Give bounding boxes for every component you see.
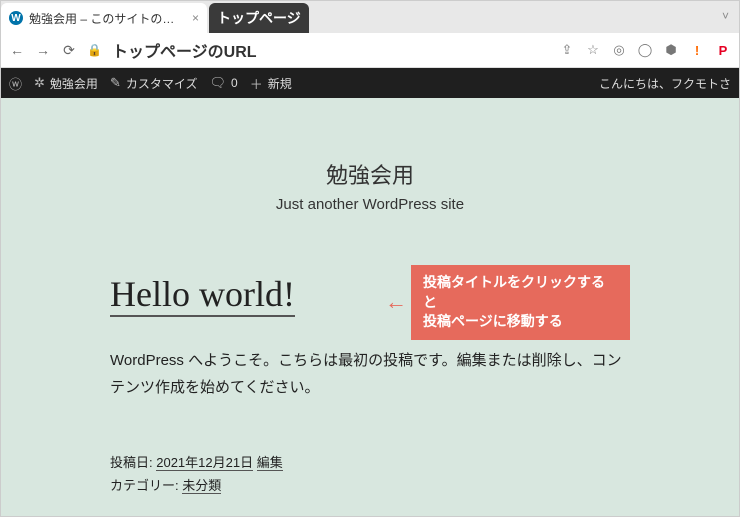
plus-icon: ＋ bbox=[250, 74, 263, 93]
site-title[interactable]: 勉強会用 bbox=[326, 158, 414, 190]
annotation-tab-title: トップページ bbox=[217, 8, 301, 28]
wp-site-name: 勉強会用 bbox=[50, 75, 98, 92]
wp-comments-link[interactable]: 🗨 0 bbox=[209, 75, 237, 91]
tab-close-icon[interactable]: × bbox=[192, 11, 199, 25]
wp-logo-icon[interactable]: ⓦ bbox=[9, 74, 22, 93]
wp-greeting[interactable]: こんにちは、フクモトさ bbox=[599, 75, 731, 92]
post-meta: 投稿日: 2021年12月21日 編集 カテゴリー: 未分類 bbox=[110, 451, 630, 498]
wp-new-label: 新規 bbox=[268, 75, 292, 92]
post-category-link[interactable]: 未分類 bbox=[182, 478, 221, 494]
wp-customize-link[interactable]: ✎ カスタマイズ bbox=[110, 75, 198, 92]
extension-alert-icon[interactable]: ! bbox=[689, 42, 705, 58]
back-button[interactable]: ← bbox=[9, 42, 25, 58]
extension-icon-2[interactable]: ◯ bbox=[637, 42, 653, 58]
wp-customize-label: カスタマイズ bbox=[126, 75, 198, 92]
comment-icon: 🗨 bbox=[209, 75, 226, 91]
paintbrush-icon: ✎ bbox=[110, 75, 121, 91]
annotation-text: 投稿タイトルをクリックすると 投稿ページに移動する bbox=[411, 265, 630, 340]
browser-tab-row: W 勉強会用 – このサイトの簡単な説明 × トップページ ˅ bbox=[1, 1, 739, 33]
site-page: 勉強会用 Just another WordPress site Hello w… bbox=[1, 98, 739, 517]
wp-site-link[interactable]: ✲ 勉強会用 bbox=[34, 75, 98, 92]
tab-overflow-icon[interactable]: ˅ bbox=[722, 9, 729, 23]
post: Hello world! ← 投稿タイトルをクリックすると 投稿ページに移動する… bbox=[110, 273, 630, 498]
reload-button[interactable]: ⟳ bbox=[61, 42, 77, 59]
site-tagline: Just another WordPress site bbox=[276, 196, 464, 213]
annotation-tab[interactable]: トップページ bbox=[209, 3, 309, 33]
browser-tab-active[interactable]: W 勉強会用 – このサイトの簡単な説明 × bbox=[1, 3, 207, 33]
dashboard-icon: ✲ bbox=[34, 75, 45, 91]
extension-icon-1[interactable]: ◎ bbox=[611, 42, 627, 58]
extension-icon-3[interactable]: ⬢ bbox=[663, 42, 679, 58]
arrow-left-icon: ← bbox=[385, 289, 407, 315]
forward-button[interactable]: → bbox=[35, 42, 51, 58]
post-title-link[interactable]: Hello world! bbox=[110, 273, 295, 317]
share-icon[interactable]: ⇪ bbox=[559, 42, 575, 58]
url-display[interactable]: トップページのURL bbox=[112, 38, 257, 62]
wp-admin-bar: ⓦ ✲ 勉強会用 ✎ カスタマイズ 🗨 0 ＋ 新規 こんにちは、フクモトさ bbox=[1, 68, 739, 98]
browser-window: W 勉強会用 – このサイトの簡単な説明 × トップページ ˅ ← → ⟳ 🔒 … bbox=[0, 0, 740, 517]
wp-new-link[interactable]: ＋ 新規 bbox=[250, 74, 292, 93]
browser-url-bar: ← → ⟳ 🔒 トップページのURL ⇪ ☆ ◎ ◯ ⬢ ! P bbox=[1, 33, 739, 68]
bookmark-star-icon[interactable]: ☆ bbox=[585, 42, 601, 58]
annotation-callout: ← 投稿タイトルをクリックすると 投稿ページに移動する bbox=[385, 265, 630, 340]
post-date-link[interactable]: 2021年12月21日 bbox=[156, 455, 253, 471]
pinterest-icon[interactable]: P bbox=[715, 42, 731, 58]
wordpress-favicon-icon: W bbox=[9, 11, 23, 25]
wp-comments-count: 0 bbox=[231, 76, 238, 90]
tab-title: 勉強会用 – このサイトの簡単な説明 bbox=[29, 10, 186, 27]
meta-cat-label: カテゴリー: bbox=[110, 478, 182, 493]
lock-icon: 🔒 bbox=[87, 43, 102, 57]
post-edit-link[interactable]: 編集 bbox=[257, 455, 283, 471]
meta-date-label: 投稿日: bbox=[110, 455, 156, 470]
post-excerpt: WordPress へようこそ。こちらは最初の投稿です。編集または削除し、コンテ… bbox=[110, 347, 630, 401]
